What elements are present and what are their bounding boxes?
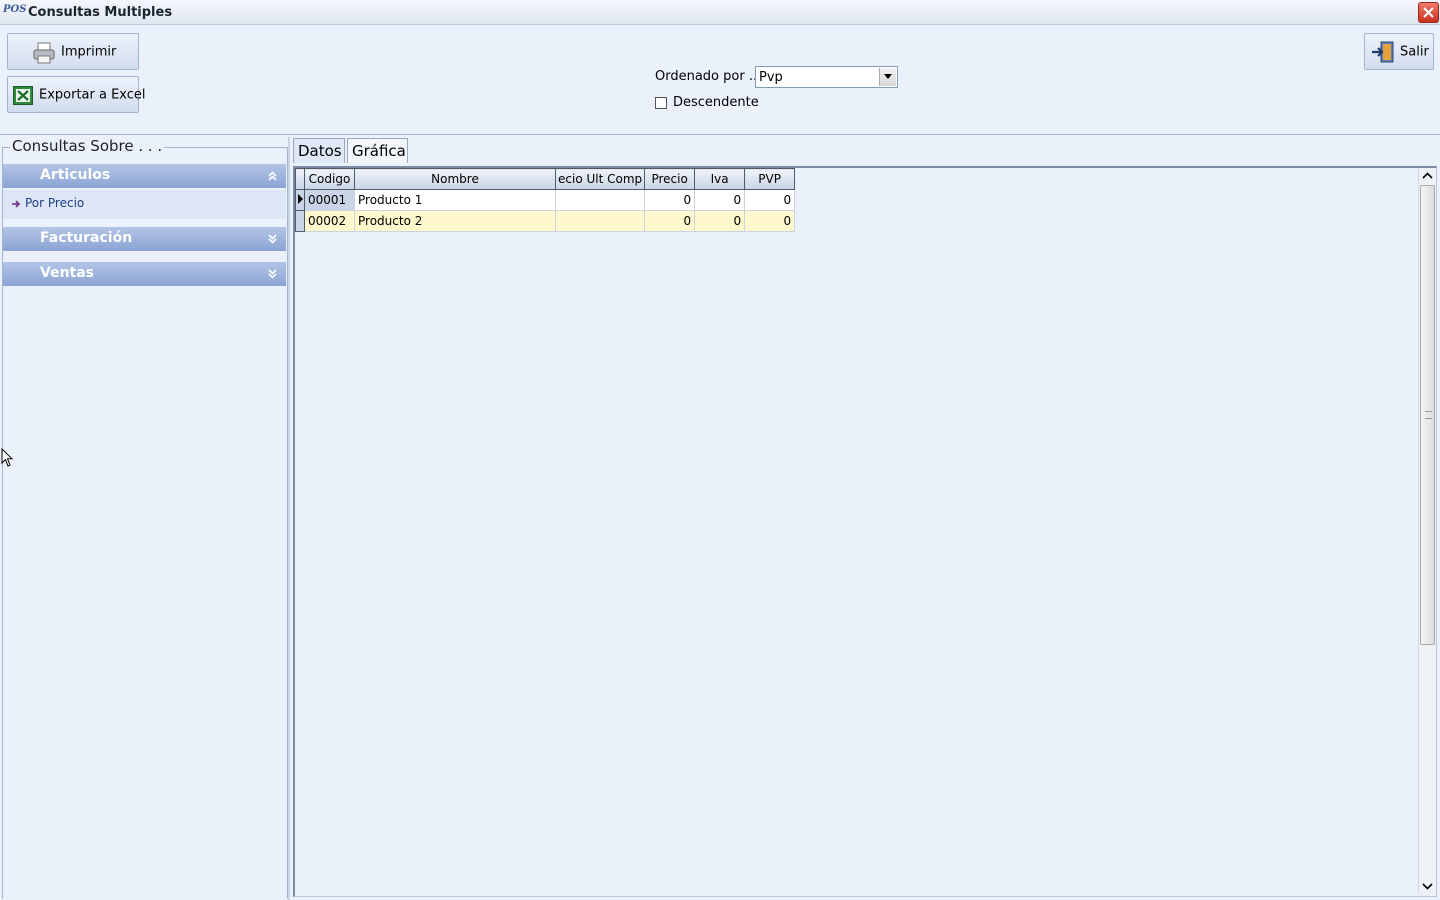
table-row[interactable]: 00001 Producto 1 0 0 0 (295, 189, 796, 211)
tab-grafica[interactable]: Gráfica (347, 138, 408, 163)
row-indicator[interactable] (295, 210, 305, 232)
table-header-row: Codigo Nombre ecio Ult Comp Precio Iva P… (295, 168, 796, 190)
cell-precio-ult-compra[interactable] (554, 210, 646, 232)
print-button[interactable]: Imprimir (7, 33, 139, 70)
app-logo-icon: POS (3, 4, 27, 15)
cell-pvp[interactable]: 0 (744, 189, 796, 211)
sidebar-groupbox (2, 147, 288, 899)
nav-group-label: Articulos (40, 167, 111, 183)
nav-group-label: Ventas (40, 265, 95, 281)
arrow-right-icon (12, 199, 21, 208)
cell-codigo[interactable]: 00001 (304, 189, 355, 211)
scroll-up-button[interactable] (1419, 168, 1436, 185)
sidebar-item-label: Por Precio (25, 196, 85, 210)
column-header-iva[interactable]: Iva (694, 168, 746, 190)
cell-precio[interactable]: 0 (644, 210, 696, 232)
scroll-thumb[interactable] (1420, 185, 1435, 645)
chevron-double-down-icon[interactable] (268, 269, 277, 279)
sidebar: Consultas Sobre . . . (0, 137, 289, 900)
toolbar: Imprimir Exportar a Excel Ordenado por .… (0, 25, 1440, 135)
nav-group-label: Facturación (40, 230, 133, 246)
title-bar: POS Consultas Multiples (0, 0, 1440, 25)
sidebar-item-por-precio[interactable]: Por Precio (11, 196, 84, 210)
order-by-value: Pvp (759, 70, 783, 85)
close-icon (1423, 7, 1434, 18)
column-header-precio[interactable]: Precio (644, 168, 696, 190)
nav-group-articulos-items: Por Precio (3, 190, 286, 219)
row-indicator[interactable] (295, 189, 305, 211)
nav-group-facturacion[interactable]: Facturación (3, 227, 286, 251)
results-table: Codigo Nombre ecio Ult Comp Precio Iva P… (295, 168, 796, 232)
sidebar-title: Consultas Sobre . . . (10, 137, 165, 155)
column-header-precio-ult-compra[interactable]: ecio Ult Comp (554, 168, 646, 190)
panel-splitter[interactable] (288, 137, 290, 900)
scroll-grip (1425, 411, 1432, 419)
cell-iva[interactable]: 0 (694, 189, 746, 211)
cell-nombre[interactable]: Producto 1 (354, 189, 556, 211)
close-button[interactable] (1418, 2, 1439, 23)
chevron-double-up-icon[interactable] (268, 171, 277, 181)
print-label: Imprimir (61, 44, 117, 59)
nav-group-articulos[interactable]: Articulos (3, 164, 286, 188)
column-header-nombre[interactable]: Nombre (354, 168, 556, 190)
exit-button[interactable]: Salir (1364, 33, 1434, 70)
exit-door-icon (1372, 41, 1394, 63)
nav-group-ventas[interactable]: Ventas (3, 262, 286, 286)
row-indicator-header (295, 168, 305, 190)
printer-icon (33, 42, 55, 64)
cell-precio[interactable]: 0 (644, 189, 696, 211)
descending-checkbox[interactable] (655, 97, 667, 109)
data-grid: Codigo Nombre ecio Ult Comp Precio Iva P… (293, 166, 1437, 897)
excel-icon (13, 86, 33, 105)
excel-label: Exportar a Excel (39, 87, 146, 102)
descending-label: Descendente (673, 95, 759, 110)
export-excel-button[interactable]: Exportar a Excel (7, 76, 146, 113)
chevron-up-icon (1422, 172, 1433, 179)
scroll-down-button[interactable] (1419, 877, 1436, 894)
column-header-pvp[interactable]: PVP (744, 168, 796, 190)
cell-codigo[interactable]: 00002 (304, 210, 355, 232)
exit-label: Salir (1400, 44, 1429, 59)
cell-precio-ult-compra[interactable] (554, 189, 646, 211)
window-title: Consultas Multiples (28, 5, 173, 20)
order-by-label: Ordenado por ... (655, 69, 762, 84)
chevron-down-icon[interactable] (879, 68, 896, 86)
current-row-arrow-icon (298, 193, 303, 204)
vertical-scrollbar[interactable] (1418, 168, 1436, 894)
tab-datos[interactable]: Datos (293, 138, 345, 163)
chevron-double-down-icon[interactable] (268, 234, 277, 244)
table-row[interactable]: 00002 Producto 2 0 0 0 (295, 210, 796, 232)
cell-iva[interactable]: 0 (694, 210, 746, 232)
cell-nombre[interactable]: Producto 2 (354, 210, 556, 232)
order-by-select[interactable]: Pvp (755, 66, 898, 88)
column-header-codigo[interactable]: Codigo (304, 168, 355, 190)
chevron-down-icon (1422, 883, 1433, 890)
cell-pvp[interactable]: 0 (744, 210, 796, 232)
mouse-cursor-icon (1, 448, 13, 467)
